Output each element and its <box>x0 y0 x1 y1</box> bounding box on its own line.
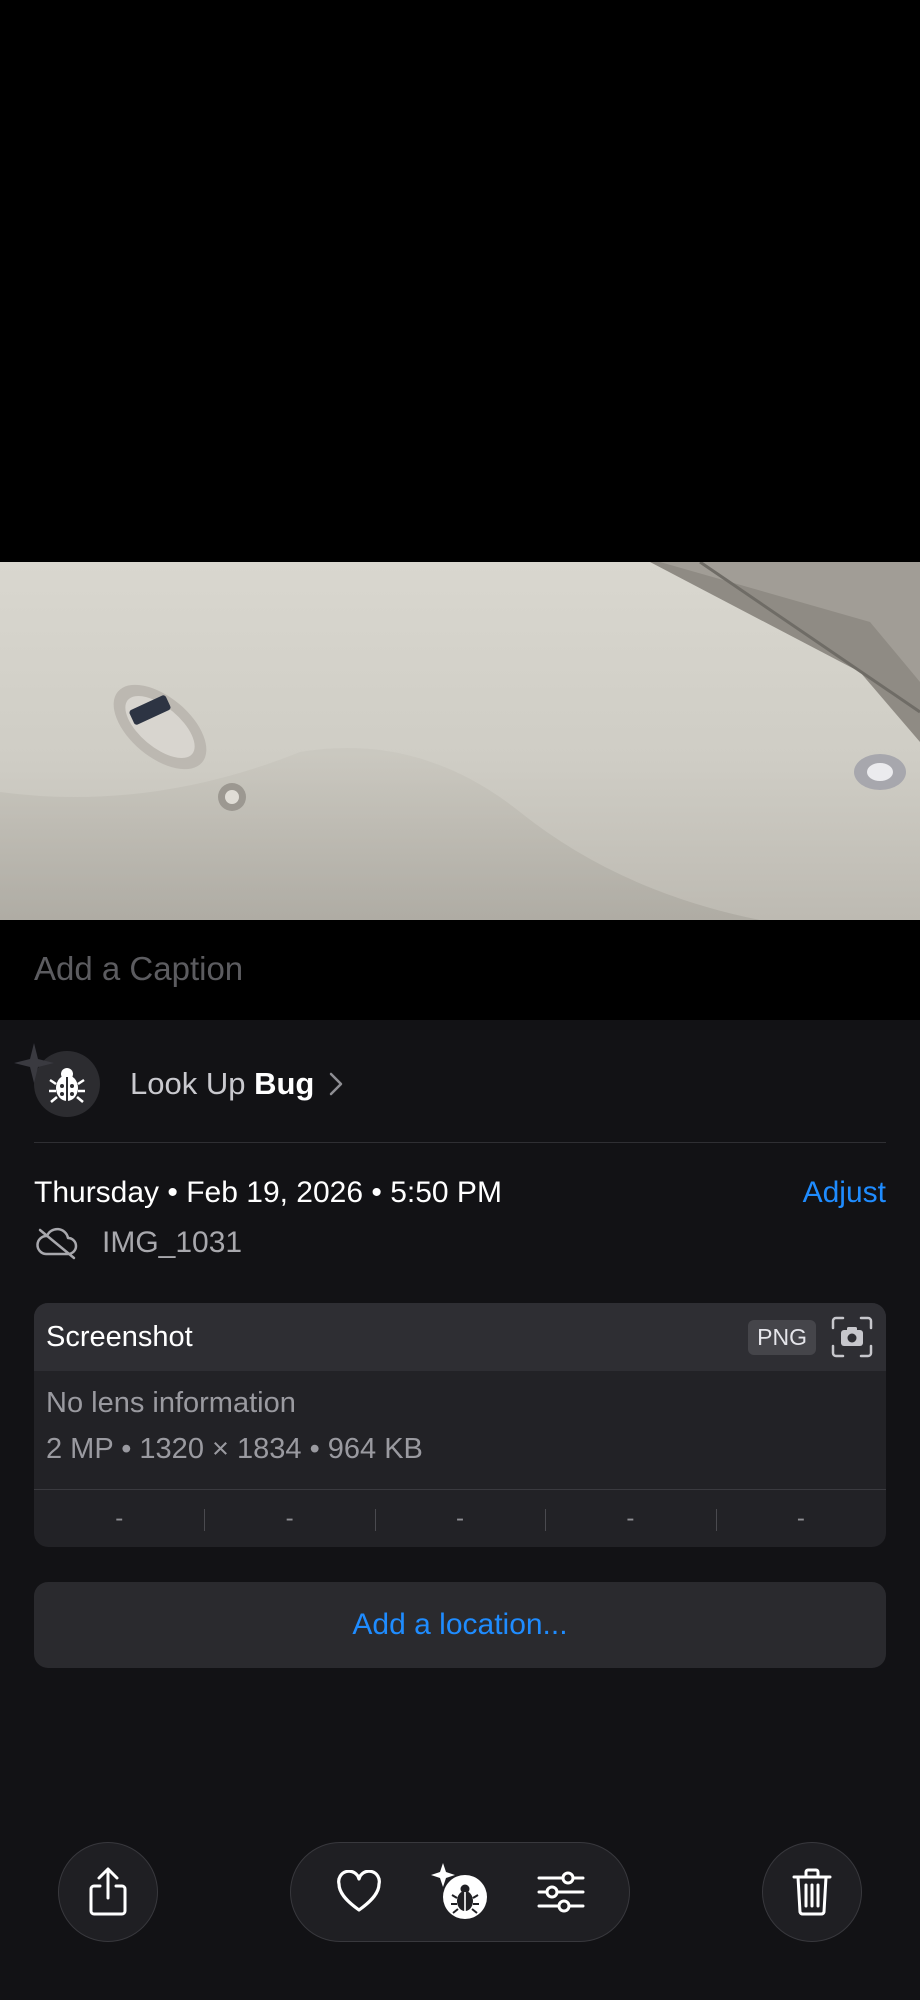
exif-exposure: - <box>374 1491 545 1547</box>
lens-info: No lens information <box>46 1387 296 1419</box>
exif-iso: - <box>115 1505 124 1532</box>
delete-button[interactable] <box>762 1842 862 1942</box>
metadata-card: Screenshot PNG No lens information 2 MP … <box>34 1303 886 1547</box>
section-divider <box>34 1142 886 1143</box>
edit-button[interactable] <box>526 1857 596 1927</box>
card-header-right: PNG <box>748 1315 874 1359</box>
metadata-card-header: Screenshot PNG <box>34 1303 886 1371</box>
date-row: Thursday • Feb 19, 2026 • 5:50 PM Adjust <box>34 1176 886 1210</box>
chevron-right-icon <box>330 1072 343 1096</box>
photo-viewer[interactable] <box>0 0 920 922</box>
image-meta: 2 MP • 1320 × 1834 • 964 KB <box>46 1433 423 1465</box>
file-name: IMG_1031 <box>102 1226 243 1259</box>
favorite-button[interactable] <box>324 1857 394 1927</box>
sparkle-icon <box>14 1043 54 1083</box>
photo-actions-bar <box>290 1842 630 1942</box>
icloud-off-icon <box>36 1227 78 1260</box>
card-divider <box>34 1489 886 1490</box>
exif-focal-length: - <box>204 1491 374 1547</box>
heart-icon <box>337 1870 382 1912</box>
add-location-button[interactable]: Add a location... <box>34 1582 886 1668</box>
exif-row: - - - - - <box>34 1491 886 1547</box>
lookup-prefix: Look Up <box>130 1066 246 1101</box>
lookup-label: Look Up Bug <box>130 1066 314 1102</box>
exif-aperture: - <box>545 1491 715 1547</box>
sliders-icon <box>537 1871 585 1913</box>
lookup-icon-container <box>14 1043 100 1117</box>
exif-shutter: - <box>715 1491 886 1547</box>
screenshot-icon <box>831 1316 873 1358</box>
share-button[interactable] <box>58 1842 158 1942</box>
capture-type: Screenshot <box>46 1320 193 1353</box>
adjust-date-button[interactable]: Adjust <box>803 1176 886 1210</box>
file-row: IMG_1031 <box>34 1226 242 1260</box>
lookup-subject: Bug <box>254 1066 315 1101</box>
format-badge: PNG <box>748 1319 816 1355</box>
caption-field[interactable]: Add a Caption <box>34 950 243 988</box>
trash-icon <box>792 1868 832 1916</box>
capture-date: Thursday • Feb 19, 2026 • 5:50 PM <box>34 1176 502 1209</box>
share-icon <box>89 1867 127 1916</box>
visual-lookup-button[interactable] <box>425 1857 495 1927</box>
photo-image[interactable] <box>0 562 920 920</box>
lookup-row[interactable]: Look Up Bug <box>14 1043 886 1120</box>
visual-lookup-bug-icon <box>430 1863 487 1919</box>
